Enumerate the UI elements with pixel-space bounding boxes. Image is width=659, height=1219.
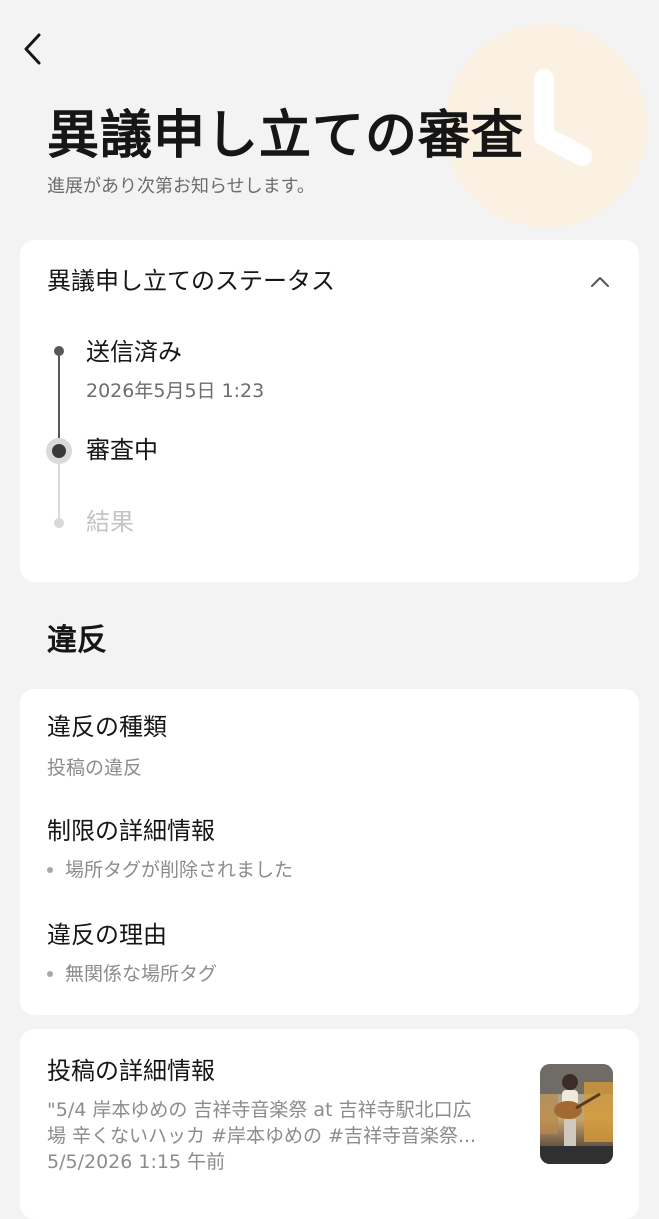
step-reviewing-label: 審査中 — [86, 436, 158, 464]
timeline-dot-result — [54, 518, 64, 528]
post-caption-line: 場 辛くないハッカ #岸本ゆめの #吉祥寺音楽祭... — [47, 1125, 477, 1147]
post-details-title: 投稿の詳細情報 — [47, 1057, 215, 1085]
post-caption-line: "5/4 岸本ゆめの 吉祥寺音楽祭 at 吉祥寺駅北口広 — [47, 1099, 472, 1121]
violation-reason-text: 無関係な場所タグ — [65, 963, 218, 985]
violation-section-heading: 違反 — [47, 623, 107, 658]
status-card-title: 異議申し立てのステータス — [47, 267, 335, 295]
restriction-item-text: 場所タグが削除されました — [65, 859, 294, 881]
post-details-card[interactable]: 投稿の詳細情報 "5/4 岸本ゆめの 吉祥寺音楽祭 at 吉祥寺駅北口広 場 辛… — [20, 1029, 639, 1219]
post-date: 5/5/2026 1:15 午前 — [47, 1151, 226, 1173]
post-thumbnail-image — [540, 1064, 613, 1164]
violation-type-value: 投稿の違反 — [47, 757, 143, 779]
restriction-details-label: 制限の詳細情報 — [47, 817, 215, 845]
back-button[interactable] — [18, 30, 48, 68]
violation-type-label: 違反の種類 — [47, 713, 167, 741]
step-submitted-date: 2026年5月5日 1:23 — [86, 380, 265, 402]
timeline-dot-submitted — [54, 346, 64, 356]
appeal-status-card: 異議申し立てのステータス 送信済み 2026年5月5日 1:23 審査中 結果 — [20, 240, 639, 582]
chevron-left-icon — [24, 33, 41, 65]
bullet-dot — [47, 867, 53, 873]
violation-reason-label: 違反の理由 — [47, 921, 167, 949]
violation-card: 違反の種類 投稿の違反 制限の詳細情報 場所タグが削除されました 違反の理由 無… — [20, 689, 639, 1015]
post-thumbnail[interactable] — [540, 1064, 613, 1164]
violation-reason-item: 無関係な場所タグ — [47, 961, 217, 987]
timeline-dot-reviewing — [52, 444, 66, 458]
step-result-label: 結果 — [86, 508, 134, 536]
chevron-up-icon[interactable] — [588, 270, 612, 294]
page-subtitle: 進展があり次第お知らせします。 — [47, 176, 315, 197]
restriction-item: 場所タグが削除されました — [47, 857, 293, 883]
bullet-dot — [47, 971, 53, 977]
timeline-line-completed — [58, 351, 60, 451]
page-title: 異議申し立ての審査 — [47, 106, 525, 166]
step-submitted-label: 送信済み — [86, 338, 182, 366]
post-caption: "5/4 岸本ゆめの 吉祥寺音楽祭 at 吉祥寺駅北口広 場 辛くないハッカ #… — [47, 1097, 525, 1149]
